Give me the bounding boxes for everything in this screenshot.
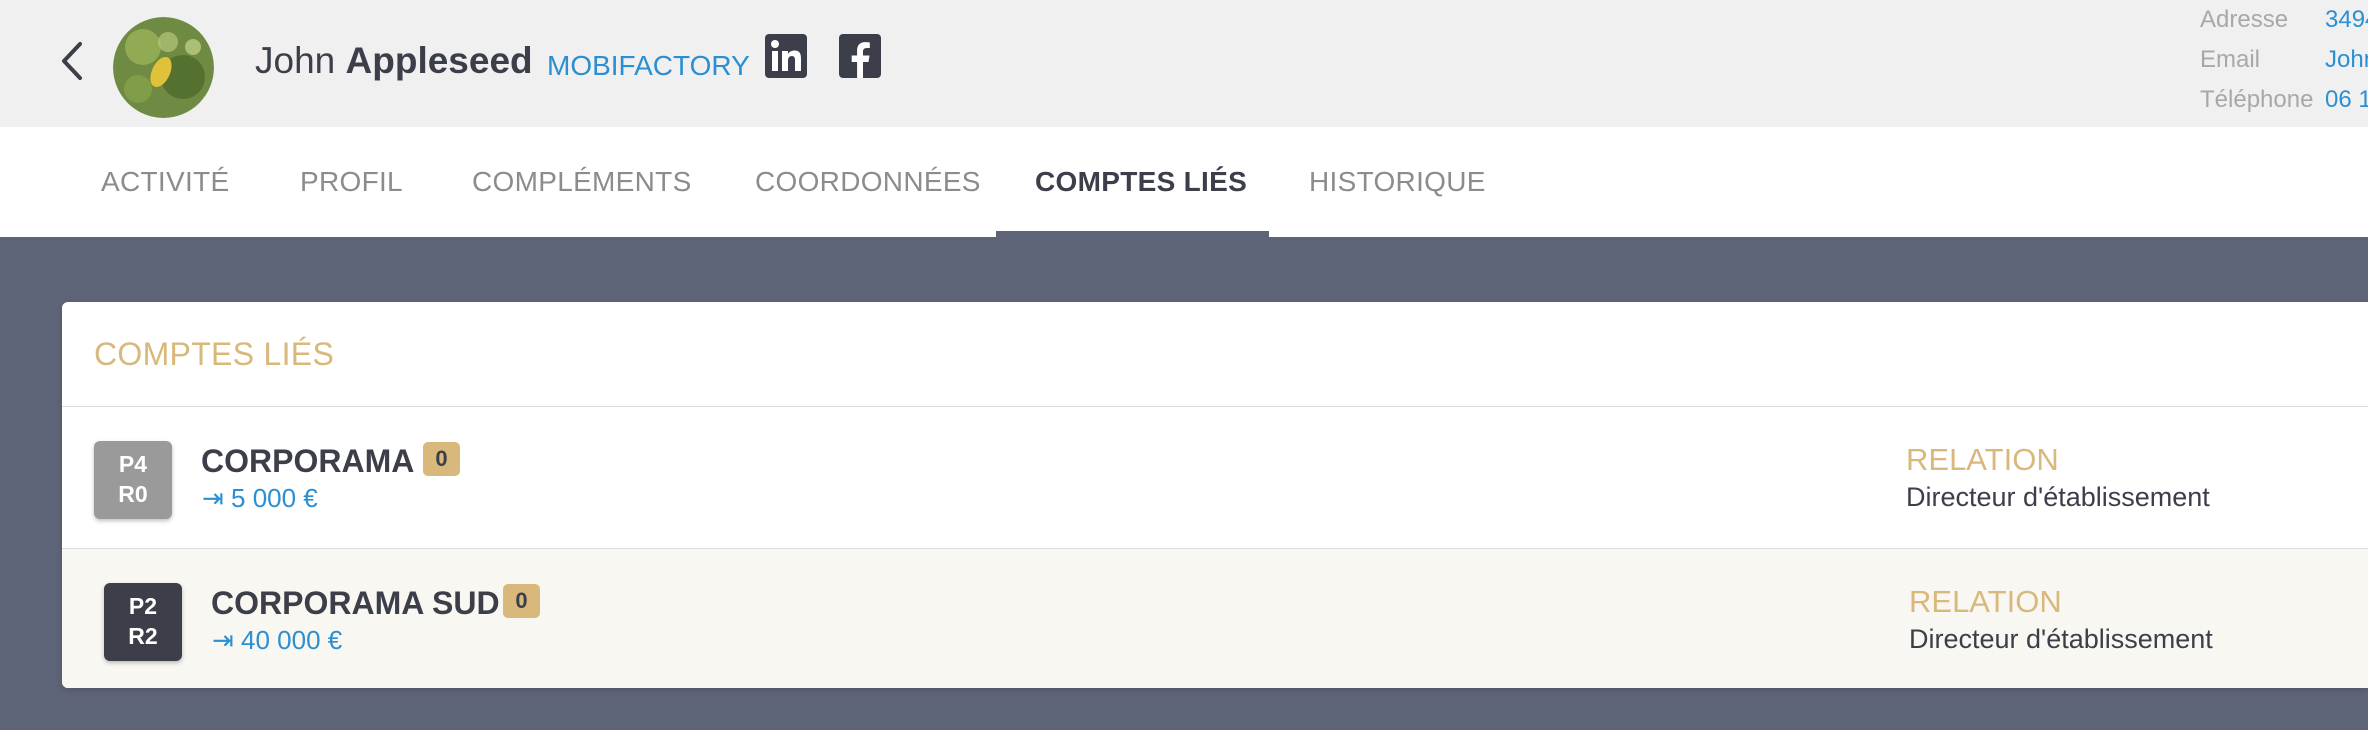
- tab-activite[interactable]: ACTIVITÉ: [101, 166, 229, 198]
- account-name[interactable]: CORPORAMA SUD: [211, 585, 500, 622]
- tab-comptes-lies[interactable]: COMPTES LIÉS: [1035, 166, 1247, 198]
- first-name: John: [255, 40, 336, 81]
- company-link[interactable]: MOBIFACTORY: [547, 50, 750, 82]
- tab-complements[interactable]: COMPLÉMENTS: [472, 166, 692, 198]
- info-value[interactable]: 3494: [2325, 0, 2368, 40]
- badge-bottom: R2: [128, 623, 158, 649]
- relation-value: Directeur d'établissement: [1906, 482, 2210, 512]
- account-name[interactable]: CORPORAMA: [201, 443, 414, 480]
- active-tab-indicator: [996, 231, 1269, 237]
- card-title: COMPTES LIÉS: [94, 336, 335, 372]
- account-level-badge: P4 R0: [94, 441, 172, 519]
- last-name: Appleseed: [345, 40, 533, 81]
- badge-top: P2: [128, 593, 158, 619]
- tab-profil[interactable]: PROFIL: [300, 166, 403, 198]
- facebook-icon[interactable]: [839, 34, 881, 78]
- linked-accounts-card: COMPTES LIÉS P4 R0 CORPORAMA 0 ⇥ 5 000 €…: [62, 302, 2368, 688]
- info-label: Téléphone: [2200, 86, 2314, 113]
- info-value[interactable]: 06 1: [2325, 80, 2368, 120]
- count-badge: 0: [423, 442, 460, 476]
- info-value[interactable]: John: [2325, 40, 2368, 80]
- badge-bottom: R0: [118, 481, 148, 507]
- avatar: [113, 17, 214, 118]
- account-amount: ⇥ 5 000 €: [202, 483, 318, 513]
- info-label: Adresse: [2200, 6, 2289, 33]
- back-chevron-icon[interactable]: [56, 38, 90, 84]
- count-badge: 0: [503, 584, 540, 618]
- badge-top: P4: [118, 451, 148, 477]
- list-item[interactable]: P2 R2 CORPORAMA SUD 0 ⇥ 40 000 € RELATIO…: [62, 549, 2368, 688]
- relation-label: RELATION: [1909, 584, 2062, 619]
- account-level-badge: P2 R2: [104, 583, 182, 661]
- account-amount: ⇥ 40 000 €: [212, 625, 343, 655]
- tab-historique[interactable]: HISTORIQUE: [1309, 166, 1486, 198]
- contact-name: John Appleseed: [255, 40, 533, 82]
- tab-coordonnees[interactable]: COORDONNÉES: [755, 166, 981, 198]
- relation-value: Directeur d'établissement: [1909, 624, 2213, 654]
- linkedin-icon[interactable]: [765, 34, 807, 78]
- relation-label: RELATION: [1906, 442, 2059, 477]
- profile-header: John Appleseed MOBIFACTORY Adresse 3494 …: [0, 0, 2368, 127]
- tab-bar: ACTIVITÉ PROFIL COMPLÉMENTS COORDONNÉES …: [0, 127, 2368, 237]
- info-label: Email: [2200, 46, 2261, 73]
- list-item[interactable]: P4 R0 CORPORAMA 0 ⇥ 5 000 € RELATION Dir…: [62, 407, 2368, 549]
